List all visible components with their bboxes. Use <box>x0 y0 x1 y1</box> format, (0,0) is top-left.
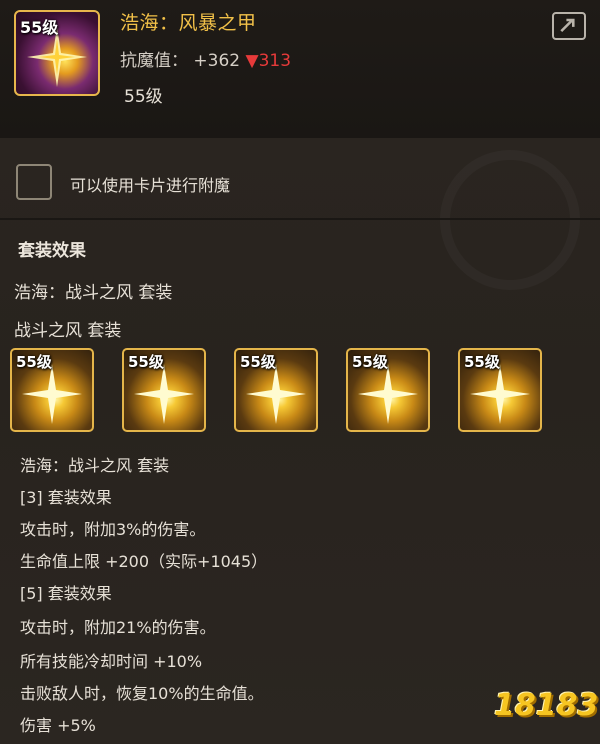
set-detail-line: 所有技能冷却时间 +10% <box>20 652 203 671</box>
sparkle-icon <box>470 364 530 424</box>
stat-value: +362 <box>193 51 241 71</box>
sparkle-icon <box>134 364 194 424</box>
set-effect-title: 套装效果 <box>18 241 86 261</box>
set-piece-slot[interactable]: 55级 <box>234 348 318 432</box>
enchant-card-slot[interactable] <box>16 164 52 200</box>
item-level: 55级 <box>124 87 163 107</box>
share-button[interactable] <box>552 12 586 40</box>
sparkle-icon <box>22 364 82 424</box>
sparkle-icon <box>246 364 306 424</box>
set-piece-slot[interactable]: 55级 <box>458 348 542 432</box>
set-name: 战斗之风 套装 <box>14 321 122 341</box>
slot-level: 55级 <box>352 353 388 371</box>
set-detail-line: [5] 套装效果 <box>20 584 112 603</box>
magic-resist-stat: 抗魔值： +362 ▼313 <box>120 46 291 71</box>
set-name-full: 浩海：战斗之风 套装 <box>14 283 173 303</box>
set-piece-slot[interactable]: 55级 <box>346 348 430 432</box>
stat-label: 抗魔值： <box>120 51 188 71</box>
set-detail-line: 伤害 +5% <box>20 716 96 735</box>
sparkle-icon <box>358 364 418 424</box>
site-watermark-logo: 18183 <box>494 676 598 732</box>
set-detail-line: 生命值上限 +200（实际+1045） <box>20 552 268 571</box>
background-emblem <box>440 150 580 290</box>
item-name: 浩海：风暴之甲 <box>120 12 257 34</box>
slot-level: 55级 <box>240 353 276 371</box>
section-divider <box>0 218 600 220</box>
set-detail-line: 攻击时，附加3%的伤害。 <box>20 520 206 539</box>
item-icon-level: 55级 <box>20 18 59 37</box>
slot-level: 55级 <box>128 353 164 371</box>
set-detail-line: 击败敌人时，恢复10%的生命值。 <box>20 684 264 703</box>
set-detail-line: 浩海：战斗之风 套装 <box>20 456 170 475</box>
armor-item-icon[interactable]: 55级 <box>14 10 100 96</box>
slot-level: 55级 <box>464 353 500 371</box>
set-detail-line: 攻击时，附加21%的伤害。 <box>20 618 216 637</box>
share-icon <box>560 18 575 33</box>
set-detail-line: [3] 套装效果 <box>20 488 112 507</box>
stat-change: 313 <box>258 51 292 71</box>
stat-decrease-arrow-icon: ▼ <box>245 51 259 71</box>
set-piece-slot[interactable]: 55级 <box>122 348 206 432</box>
enchant-hint: 可以使用卡片进行附魔 <box>70 176 231 195</box>
set-piece-slot[interactable]: 55级 <box>10 348 94 432</box>
watermark-text: 18183 <box>494 688 599 723</box>
slot-level: 55级 <box>16 353 52 371</box>
